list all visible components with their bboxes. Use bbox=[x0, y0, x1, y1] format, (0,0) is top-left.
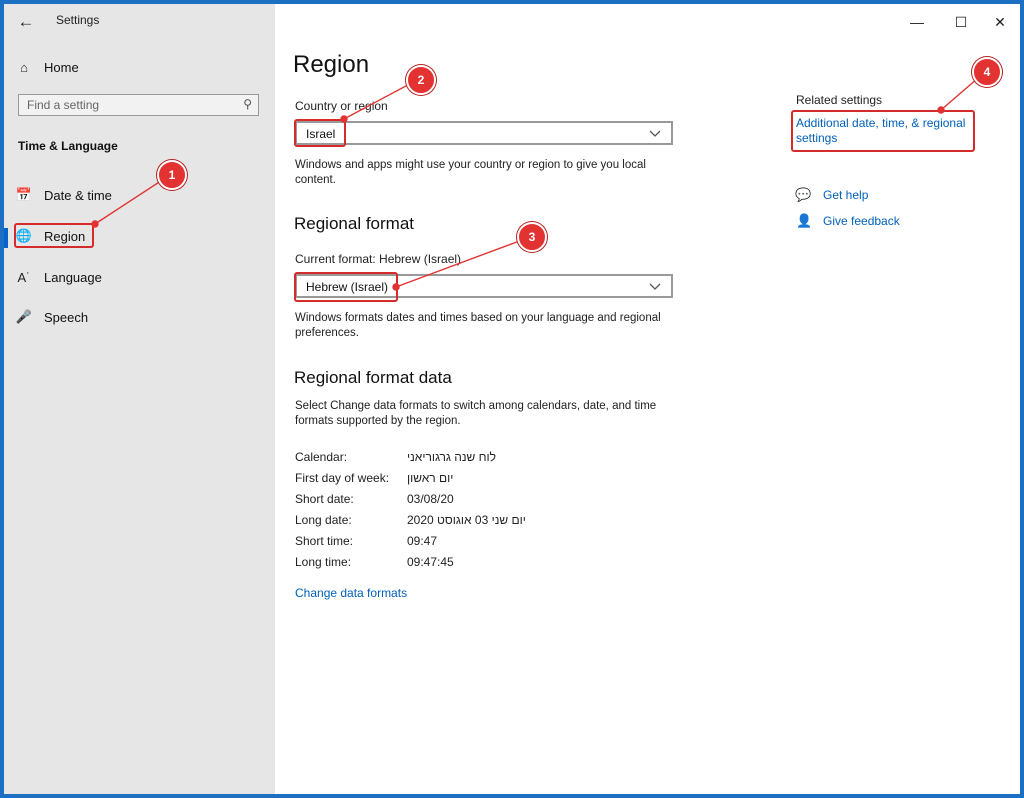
data-key: Calendar: bbox=[295, 450, 348, 464]
settings-window: ← Settings ⌂ Home ⚲ Time & Language 📅 Da… bbox=[4, 4, 1020, 794]
sidebar-item-language[interactable]: A˙ Language bbox=[14, 262, 102, 292]
close-icon[interactable]: ✕ bbox=[986, 10, 1014, 34]
data-row-calendar: Calendar: לוח שנה גרגוריאני bbox=[295, 450, 695, 468]
sidebar-item-label: Home bbox=[44, 59, 79, 75]
sidebar-item-label: Speech bbox=[44, 309, 89, 325]
data-key: Short date: bbox=[295, 492, 354, 506]
globe-icon: 🌐 bbox=[15, 228, 33, 243]
country-description: Windows and apps might use your country … bbox=[295, 159, 646, 186]
data-value: יום שני 03 אוגוסט 2020 bbox=[407, 513, 526, 527]
sidebar-item-label: Region bbox=[44, 228, 86, 244]
regional-format-data-heading: Regional format data bbox=[294, 368, 452, 387]
sidebar-item-label: Language bbox=[44, 269, 102, 285]
back-arrow-icon[interactable]: ← bbox=[12, 8, 40, 36]
related-settings-heading: Related settings bbox=[796, 93, 883, 107]
main-content: — ☐ ✕ Region Country or region Israel Wi… bbox=[275, 4, 1020, 794]
sidebar-item-speech[interactable]: 🎤 Speech bbox=[14, 302, 88, 332]
get-help-link[interactable]: Get help bbox=[823, 188, 868, 202]
data-value: 09:47:45 bbox=[407, 555, 454, 569]
country-value: Israel bbox=[306, 127, 336, 141]
maximize-icon[interactable]: ☐ bbox=[947, 10, 975, 34]
data-value: 03/08/20 bbox=[407, 492, 454, 506]
sidebar: ← Settings ⌂ Home ⚲ Time & Language 📅 Da… bbox=[4, 4, 275, 794]
format-data-description: Select Change data formats to switch amo… bbox=[295, 400, 657, 427]
page-title: Region bbox=[293, 51, 370, 78]
sidebar-item-date-time[interactable]: 📅 Date & time bbox=[14, 180, 112, 210]
data-key: First day of week: bbox=[295, 471, 390, 485]
language-icon: A˙ bbox=[17, 269, 31, 285]
country-dropdown[interactable]: Israel bbox=[295, 121, 673, 145]
data-key: Long time: bbox=[295, 555, 352, 569]
annotation-badge-2: 2 bbox=[406, 65, 436, 95]
current-format-label: Current format: Hebrew (Israel) bbox=[295, 252, 462, 266]
chevron-down-icon bbox=[648, 275, 666, 293]
sidebar-item-label: Date & time bbox=[44, 187, 112, 203]
data-value: 09:47 bbox=[407, 534, 438, 548]
microphone-icon: 🎤 bbox=[15, 309, 33, 324]
search-icon[interactable]: ⚲ bbox=[243, 97, 252, 111]
data-row-short-date: Short date: 03/08/20 bbox=[295, 492, 695, 510]
data-row-long-time: Long time: 09:47:45 bbox=[295, 555, 695, 573]
data-value: יום ראשון bbox=[407, 471, 454, 485]
search-input[interactable] bbox=[19, 95, 232, 115]
annotation-badge-4: 4 bbox=[972, 57, 1002, 87]
change-data-formats-link[interactable]: Change data formats bbox=[295, 586, 407, 600]
data-key: Short time: bbox=[295, 534, 354, 548]
selected-indicator bbox=[4, 228, 8, 248]
get-help-icon: 💬 bbox=[795, 187, 812, 202]
sidebar-item-region[interactable]: 🌐 Region bbox=[14, 221, 85, 251]
data-row-long-date: Long date: יום שני 03 אוגוסט 2020 bbox=[295, 513, 695, 531]
additional-settings-link[interactable]: Additional date, time, & regional settin… bbox=[796, 116, 976, 146]
sidebar-item-home[interactable]: ⌂ Home bbox=[14, 52, 79, 82]
format-dropdown[interactable]: Hebrew (Israel) bbox=[295, 274, 673, 298]
data-value: לוח שנה גרגוריאני bbox=[407, 450, 497, 464]
data-row-short-time: Short time: 09:47 bbox=[295, 534, 695, 552]
format-value: Hebrew (Israel) bbox=[306, 280, 389, 294]
annotation-badge-1: 1 bbox=[157, 160, 187, 190]
minimize-icon[interactable]: — bbox=[903, 10, 931, 34]
annotation-badge-3: 3 bbox=[517, 222, 547, 252]
regional-format-heading: Regional format bbox=[294, 214, 415, 233]
country-label: Country or region bbox=[295, 99, 388, 113]
search-box: ⚲ bbox=[18, 94, 259, 116]
feedback-icon: 👤 bbox=[796, 213, 813, 228]
chevron-down-icon bbox=[648, 122, 666, 140]
section-title: Time & Language bbox=[18, 139, 118, 153]
data-key: Long date: bbox=[295, 513, 352, 527]
calendar-clock-icon: 📅 bbox=[15, 187, 33, 202]
give-feedback-link[interactable]: Give feedback bbox=[823, 214, 900, 228]
format-description: Windows formats dates and times based on… bbox=[295, 312, 661, 339]
home-icon: ⌂ bbox=[20, 59, 28, 75]
data-row-first-day: First day of week: יום ראשון bbox=[295, 471, 695, 489]
window-title: Settings bbox=[56, 13, 100, 27]
